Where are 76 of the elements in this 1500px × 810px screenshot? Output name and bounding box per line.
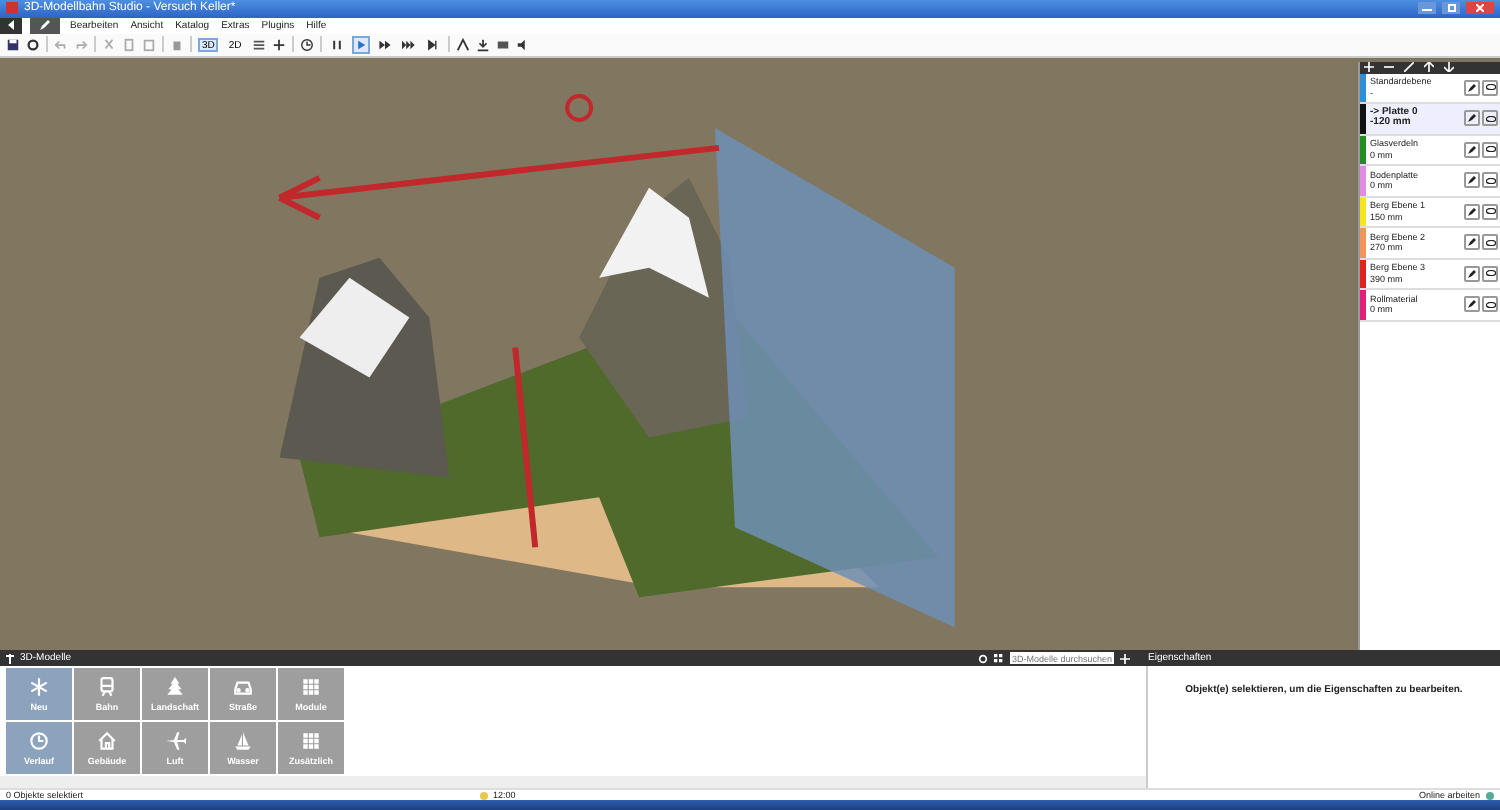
train-icon [96, 676, 118, 699]
maximize-button[interactable] [1442, 2, 1460, 15]
step-icon [425, 35, 440, 54]
app-icon [6, 2, 18, 15]
clock-icon [28, 730, 50, 753]
minimize-button[interactable] [1418, 2, 1436, 15]
edit-layer-button[interactable] [1464, 141, 1480, 158]
plane-icon [164, 730, 186, 753]
eye-icon [1485, 177, 1495, 184]
down-arrow-icon[interactable] [1444, 62, 1454, 73]
visibility-button[interactable] [1482, 79, 1498, 96]
add-icon[interactable] [1120, 653, 1130, 664]
visibility-button[interactable] [1482, 141, 1498, 158]
pencil-icon [1468, 238, 1476, 247]
globe-icon [1486, 791, 1494, 800]
eye-icon [1485, 146, 1495, 153]
eye-icon [1485, 239, 1495, 246]
clock-icon[interactable] [299, 37, 314, 52]
pause-icon [329, 35, 344, 54]
visibility-button[interactable] [1482, 234, 1498, 251]
up-arrow-icon[interactable] [1424, 62, 1434, 73]
visibility-button[interactable] [1482, 265, 1498, 282]
visibility-button[interactable] [1482, 110, 1498, 127]
fast-icon [377, 35, 392, 54]
pencil-icon [1468, 269, 1476, 278]
pencil-icon [1468, 176, 1476, 185]
save-icon[interactable] [6, 37, 20, 52]
asterisk-icon [28, 676, 50, 699]
pause-button[interactable] [327, 35, 346, 54]
sun-icon [479, 791, 488, 800]
visibility-button[interactable] [1482, 296, 1498, 313]
faster-icon [401, 35, 416, 54]
faster-button[interactable] [399, 35, 418, 54]
grid-view-icon[interactable] [994, 653, 1004, 664]
pencil-icon [1468, 114, 1476, 123]
plus-icon[interactable] [271, 37, 286, 52]
grid-icon [300, 676, 322, 699]
edit-layer-button[interactable] [1464, 234, 1480, 251]
pencil-icon [1468, 145, 1476, 154]
pencil-icon [1468, 207, 1476, 216]
eye-icon [1485, 84, 1495, 91]
pencil-icon [1468, 83, 1476, 92]
close-button[interactable] [1466, 2, 1494, 15]
edit-layer-button[interactable] [1464, 203, 1480, 220]
play-button[interactable] [351, 35, 370, 54]
tree-icon [164, 676, 186, 699]
step-button[interactable] [423, 35, 442, 54]
pencil-icon [40, 20, 50, 31]
eye-icon [1485, 270, 1495, 277]
pencil-icon [1468, 300, 1476, 309]
edit-layer-button[interactable] [1464, 110, 1480, 127]
maximize-icon [1447, 4, 1455, 13]
edit-layer-button[interactable] [1464, 79, 1480, 96]
house-icon [96, 730, 118, 753]
download-icon[interactable] [475, 37, 490, 52]
edit-layer-button[interactable] [1464, 296, 1480, 313]
eye-icon [1485, 208, 1495, 215]
fast-button[interactable] [375, 35, 394, 54]
visibility-button[interactable] [1482, 172, 1498, 189]
add-icon[interactable] [1364, 62, 1374, 73]
list-icon[interactable] [251, 37, 266, 52]
play-icon [353, 35, 368, 54]
edit-layer-button[interactable] [1464, 172, 1480, 189]
eye-icon [1485, 115, 1495, 122]
back-arrow-icon [7, 20, 15, 31]
boat-icon [232, 730, 254, 753]
visibility-button[interactable] [1482, 203, 1498, 220]
remove-icon[interactable] [1384, 62, 1394, 73]
close-icon [1476, 4, 1484, 13]
grid-icon [300, 730, 322, 753]
minimize-icon [1422, 5, 1432, 12]
horizontal-scrollbar[interactable] [0, 776, 1146, 789]
edit-layer-button[interactable] [1464, 265, 1480, 282]
car-icon [232, 676, 254, 699]
edit-icon[interactable] [1404, 62, 1414, 73]
eye-icon [1485, 301, 1495, 308]
